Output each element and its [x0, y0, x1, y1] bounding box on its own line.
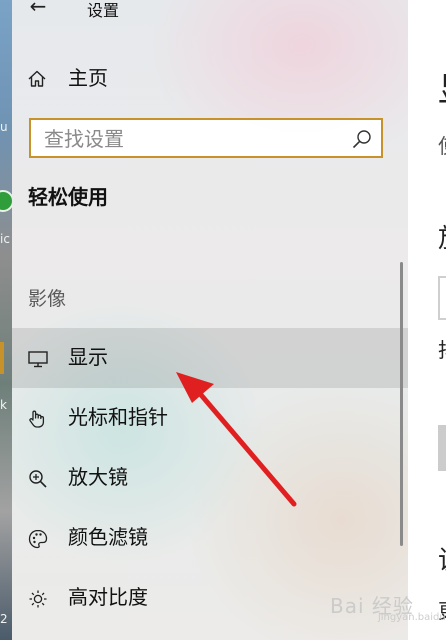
nav-item-magnifier[interactable]: 放大镜	[12, 448, 408, 508]
back-arrow-icon: ←	[29, 0, 47, 18]
search-icon[interactable]	[351, 128, 373, 150]
content-button[interactable]	[438, 425, 446, 471]
home-label: 主页	[68, 66, 108, 90]
search-input[interactable]: 查找设置	[29, 118, 383, 158]
desktop-fragment: u	[0, 120, 8, 134]
content-dropdown[interactable]	[438, 276, 446, 320]
content-description: 使	[438, 130, 446, 159]
desktop-fragment: 2	[0, 612, 8, 626]
desktop-fragment: ic	[0, 232, 10, 246]
nav-scrollbar[interactable]	[400, 262, 403, 546]
selection-indicator	[0, 342, 4, 374]
nav-item-label: 显示	[68, 345, 108, 369]
magnifier-icon	[29, 470, 47, 488]
monitor-icon	[28, 351, 48, 368]
screenshot-stage: u ic k 2 ← 设置 主页 查找设置 轻松使用 影像 显示 光标和指针 放…	[0, 0, 446, 640]
content-page-title: 显	[438, 62, 446, 111]
baidu-watermark-url: jingyan.baidu.com	[378, 612, 446, 623]
palette-icon	[28, 529, 48, 549]
nav-item-label: 放大镜	[68, 465, 128, 489]
nav-item-display[interactable]: 显示	[0, 328, 408, 388]
search-placeholder: 查找设置	[44, 127, 124, 151]
window-title: 设置	[87, 1, 120, 20]
back-button[interactable]: ←	[26, 0, 50, 17]
nav-item-label: 高对比度	[68, 585, 148, 609]
content-section-heading: 放	[438, 218, 446, 255]
content-label: 抖	[438, 334, 446, 363]
group-label-vision: 影像	[28, 288, 67, 310]
content-section-heading: 调	[438, 540, 446, 577]
nav-item-label: 光标和指针	[68, 405, 168, 429]
title-bar: ← 设置	[12, 0, 408, 28]
desktop-fragment: k	[0, 398, 7, 412]
nav-item-home[interactable]: 主页	[12, 60, 408, 96]
settings-content-pane: 显 使 放 抖 调 更	[408, 0, 446, 640]
nav-item-label: 颜色滤镜	[68, 525, 148, 549]
desktop-background-strip	[0, 0, 12, 640]
section-heading: 轻松使用	[28, 185, 108, 209]
nav-item-color-filters[interactable]: 颜色滤镜	[12, 508, 408, 568]
home-icon	[28, 70, 46, 87]
sun-contrast-icon	[29, 590, 47, 608]
nav-item-cursor-pointer[interactable]: 光标和指针	[12, 388, 408, 448]
pointer-hand-icon	[29, 410, 45, 428]
